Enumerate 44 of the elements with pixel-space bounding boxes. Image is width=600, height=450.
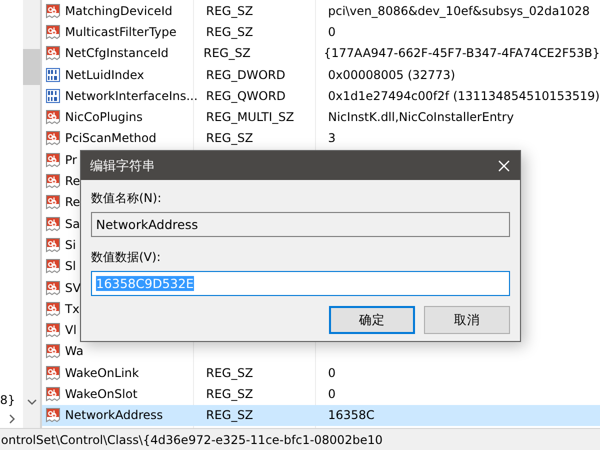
value-data: 16358C xyxy=(328,408,375,422)
value-type: REG_SZ xyxy=(206,24,254,39)
value-type: REG_SZ xyxy=(203,46,251,60)
registry-path: ontrolSet\Control\Class\{4d36e972-e325-11ce-bfc1-08002be10 xyxy=(1,432,383,446)
value-name: MatchingDeviceId xyxy=(65,4,172,18)
value-name: NetCfgInstanceId xyxy=(65,46,168,60)
value-name: NetworkInterfaceIns... xyxy=(65,88,198,103)
value-data: {177AA947-662F-45F7-B347-4FA74CE2F53B} xyxy=(324,46,600,60)
value-name: Vl xyxy=(65,323,77,338)
value-name: Tx xyxy=(65,302,80,316)
value-type: REG_SZ xyxy=(206,408,254,422)
value-data: 0 xyxy=(328,386,336,401)
value-name: SV xyxy=(65,280,81,294)
value-type: REG_MULTI_SZ xyxy=(206,110,294,124)
value-type: REG_QWORD xyxy=(206,88,286,103)
value-name: Re xyxy=(65,174,80,188)
value-name: NetLuidIndex xyxy=(65,68,144,82)
value-name: NetworkAddress xyxy=(65,408,163,422)
value-name: WakeOnSlot xyxy=(65,386,138,401)
value-name: Sl xyxy=(65,259,76,274)
value-type: REG_SZ xyxy=(206,4,254,18)
value-name: WakeOnLink xyxy=(65,366,139,380)
value-data: pci\ven_8086&dev_10ef&subsys_02da1028 xyxy=(328,4,590,18)
value-name: PciScanMethod xyxy=(65,131,156,146)
value-data: 3 xyxy=(328,131,336,146)
value-name: MulticastFilterType xyxy=(65,24,177,39)
field-label: 数值数据(V): xyxy=(91,249,162,265)
field-label: 数值名称(N): xyxy=(91,190,162,206)
value-name: Wa xyxy=(65,344,84,358)
value-name: Re xyxy=(65,195,80,210)
dialog-title: 编辑字符串 xyxy=(90,158,155,174)
value-data: NicInstK.dll,NicCoInstallerEntry xyxy=(328,110,514,124)
value-type: REG_DWORD xyxy=(206,68,286,82)
value-data: 0x00008005 (32773) xyxy=(328,68,456,82)
value-type: REG_SZ xyxy=(206,386,254,401)
value-name: Si xyxy=(65,238,76,252)
value-name: Pr xyxy=(65,152,77,167)
value-name: Sa xyxy=(65,216,80,231)
value-type: REG_SZ xyxy=(206,366,254,380)
value-data: 0x1d1e27494c00f2f (131134854510153519) xyxy=(328,88,600,103)
value-name: NicCoPlugins xyxy=(65,110,143,124)
value-data: 0 xyxy=(328,366,336,380)
value-data: 0 xyxy=(328,24,336,39)
value-type: REG_SZ xyxy=(206,131,254,146)
